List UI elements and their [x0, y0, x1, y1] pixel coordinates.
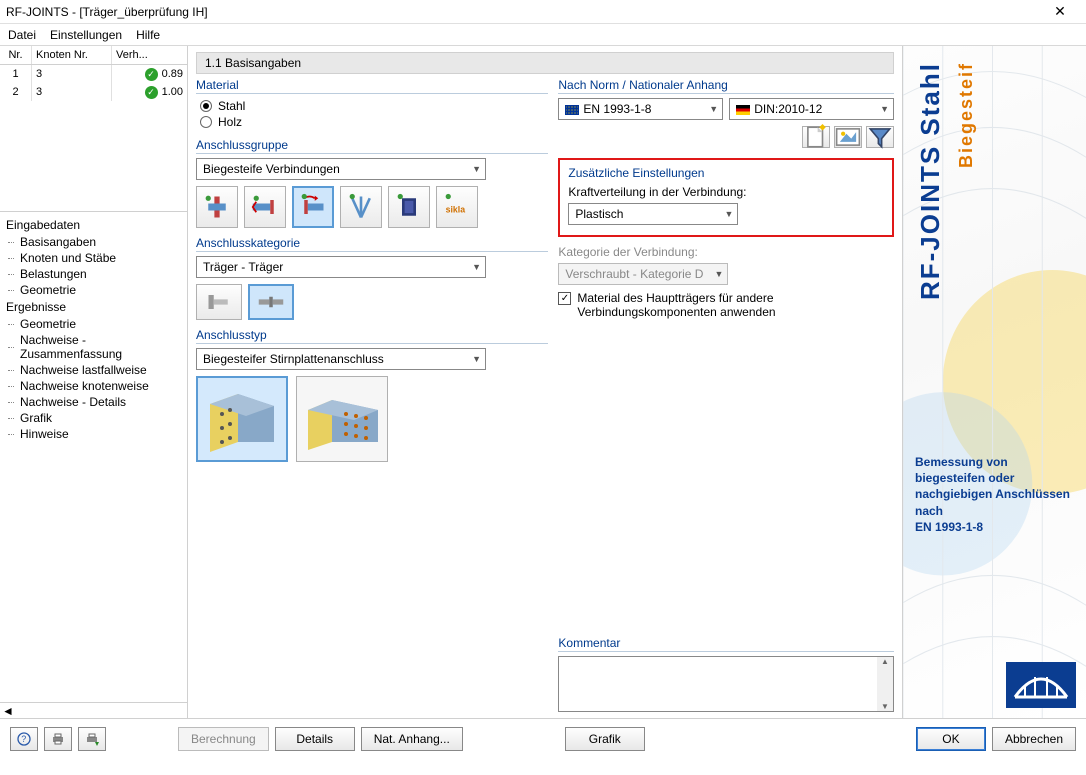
select-norm-annex[interactable]: DIN:2010-12▼ [729, 98, 894, 120]
tree-item[interactable]: Geometrie [0, 282, 187, 298]
joint-moment-icon[interactable] [292, 186, 334, 228]
chevron-down-icon: ▼ [709, 104, 718, 114]
select-anschlusskategorie[interactable]: Träger - Träger▼ [196, 256, 486, 278]
nat-anhang-button[interactable]: Nat. Anhang... [361, 727, 463, 751]
group-anschlussgruppe: Anschlussgruppe Biegesteife Verbindungen… [196, 138, 548, 228]
berechnung-button: Berechnung [178, 727, 269, 751]
menu-settings[interactable]: Einstellungen [50, 28, 122, 42]
brand-logo [1006, 662, 1076, 708]
group-anschlusskategorie: Anschlusskategorie Träger - Träger▼ [196, 236, 548, 320]
tree-item[interactable]: Nachweise - Zusammenfassung [0, 332, 187, 362]
th-nr[interactable]: Nr. [0, 46, 32, 64]
de-flag-icon [736, 105, 750, 115]
label-kategorie-verbindung: Kategorie der Verbindung: [558, 245, 894, 259]
select-anschlussgruppe[interactable]: Biegesteife Verbindungen▼ [196, 158, 486, 180]
print-button[interactable] [44, 727, 72, 751]
checkbox-hauptträger[interactable]: ✓ Material des Hauptträgers für andere V… [558, 291, 894, 319]
joint-truss-icon[interactable] [340, 186, 382, 228]
tree-item[interactable]: Hinweise [0, 426, 187, 442]
extra-settings-highlight: Zusätzliche Einstellungen Kraftverteilun… [558, 158, 894, 237]
group-kommentar: Kommentar ▲▼ [558, 636, 894, 712]
th-knoten[interactable]: Knoten Nr. [32, 46, 112, 64]
radio-holz[interactable]: Holz [196, 114, 548, 130]
eu-flag-icon [565, 105, 579, 115]
menu-file[interactable]: Datei [8, 28, 36, 42]
new-icon[interactable] [802, 126, 830, 148]
menu-help[interactable]: Hilfe [136, 28, 160, 42]
group-norm: Nach Norm / Nationaler Anhang EN 1993-1-… [558, 78, 894, 148]
svg-text:?: ? [21, 734, 26, 744]
chevron-down-icon: ▼ [724, 209, 733, 219]
chevron-down-icon: ▼ [472, 164, 481, 174]
tree-item[interactable]: Basisangaben [0, 234, 187, 250]
picture-icon[interactable] [834, 126, 862, 148]
joint-hollow-icon[interactable] [388, 186, 430, 228]
check-icon: ✓ [145, 86, 158, 99]
tree-item[interactable]: Knoten und Stäbe [0, 250, 187, 266]
tree-item[interactable]: Nachweise - Details [0, 394, 187, 410]
chevron-down-icon: ▼ [472, 354, 481, 364]
tree-cat-results[interactable]: Ergebnisse [0, 298, 187, 316]
th-verh[interactable]: Verh... [112, 46, 187, 64]
help-button[interactable]: ? [10, 727, 38, 751]
chevron-down-icon: ▼ [880, 104, 889, 114]
brand-subtitle: Biegesteif [956, 62, 977, 168]
tree-item[interactable]: Nachweise knotenweise [0, 378, 187, 394]
section-title: 1.1 Basisangaben [196, 52, 894, 74]
filter-icon[interactable] [866, 126, 894, 148]
export-button[interactable] [78, 727, 106, 751]
tree-item[interactable]: Geometrie [0, 316, 187, 332]
grafik-button[interactable]: Grafik [565, 727, 645, 751]
select-kraftverteilung[interactable]: Plastisch▼ [568, 203, 738, 225]
details-button[interactable]: Details [275, 727, 355, 751]
radio-stahl[interactable]: Stahl [196, 98, 548, 114]
type-endplate-flush-icon[interactable] [196, 376, 288, 462]
joint-rigid-icon[interactable] [196, 186, 238, 228]
brand-description: Bemessung von biegesteifen oder nachgieb… [909, 454, 1080, 535]
group-anschlusstyp: Anschlusstyp Biegesteifer Stirnplattenan… [196, 328, 548, 712]
tree-item[interactable]: Grafik [0, 410, 187, 426]
node-table: Nr. Knoten Nr. Verh... 1 3 ✓0.89 2 3 ✓1.… [0, 46, 187, 212]
window-title: RF-JOINTS - [Träger_überprüfung IH] [6, 5, 1040, 19]
h-scrollbar[interactable]: ◄ [0, 702, 187, 718]
select-anschlusstyp[interactable]: Biegesteifer Stirnplattenanschluss▼ [196, 348, 486, 370]
v-scrollbar[interactable]: ▲▼ [877, 657, 893, 711]
tree-cat-input[interactable]: Eingabedaten [0, 216, 187, 234]
table-row[interactable]: 1 3 ✓0.89 [0, 65, 187, 83]
cat-beam-icon[interactable] [248, 284, 294, 320]
svg-text:sikla: sikla [446, 204, 466, 214]
select-kategorie-verbindung: Verschraubt - Kategorie D▼ [558, 263, 728, 285]
ok-button[interactable]: OK [916, 727, 986, 751]
cat-column-icon[interactable] [196, 284, 242, 320]
chevron-down-icon: ▼ [472, 262, 481, 272]
menu-bar: Datei Einstellungen Hilfe [0, 24, 1086, 46]
brand-title: RF-JOINTS Stahl [915, 62, 946, 300]
group-material: Material Stahl Holz [196, 78, 548, 130]
joint-sikla-icon[interactable]: sikla [436, 186, 478, 228]
tree-item[interactable]: Belastungen [0, 266, 187, 282]
table-row[interactable]: 2 3 ✓1.00 [0, 83, 187, 101]
type-endplate-extended-icon[interactable] [296, 376, 388, 462]
checkbox-icon: ✓ [558, 292, 571, 305]
cancel-button[interactable]: Abbrechen [992, 727, 1076, 751]
nav-tree: Eingabedaten Basisangaben Knoten und Stä… [0, 212, 187, 702]
radio-icon [200, 100, 212, 112]
select-norm-code[interactable]: EN 1993-1-8▼ [558, 98, 723, 120]
tree-item[interactable]: Nachweise lastfallweise [0, 362, 187, 378]
kommentar-textarea[interactable]: ▲▼ [558, 656, 894, 712]
joint-beam-icon[interactable] [244, 186, 286, 228]
close-button[interactable]: ✕ [1040, 3, 1080, 20]
radio-icon [200, 116, 212, 128]
check-icon: ✓ [145, 68, 158, 81]
chevron-down-icon: ▼ [714, 269, 723, 279]
